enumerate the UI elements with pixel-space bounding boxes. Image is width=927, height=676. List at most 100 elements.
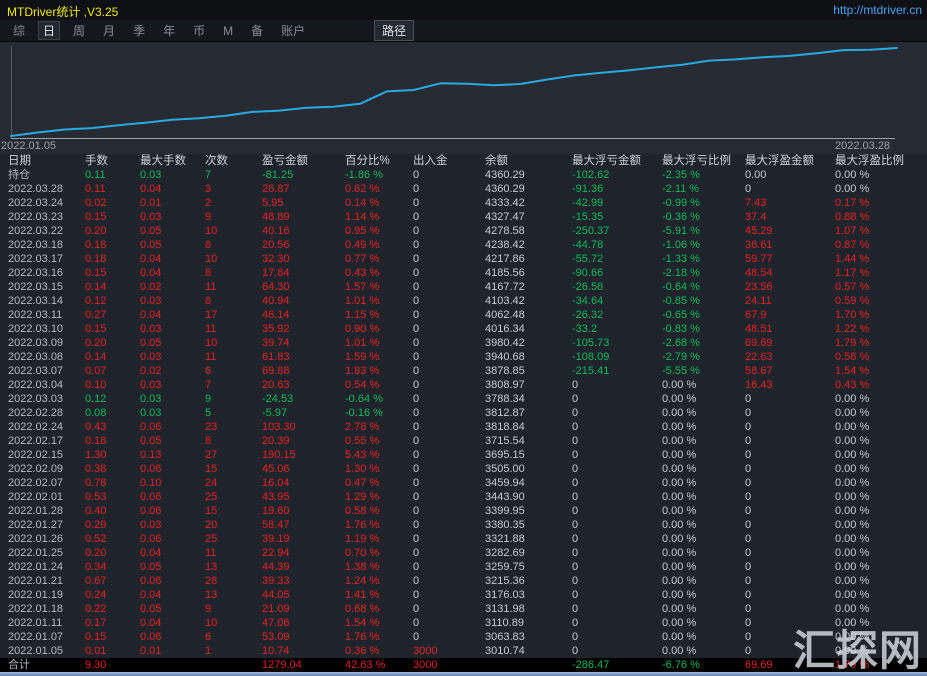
table-cell: 3818.84: [485, 421, 525, 433]
mtdriver-app: MTDriver统计 ,V3.25 http://mtdriver.cn 综日周…: [0, 0, 927, 676]
table-cell: 45.29: [745, 225, 773, 237]
table-row[interactable]: 2022.01.25 0.20 0.04 11 22.94 0.70 % 0 3282.69 0…: [0, 546, 927, 560]
table-row[interactable]: 2022.03.16 0.15 0.04 8 17.84 0.43 % 0 4185.56 -9…: [0, 266, 927, 280]
table-row[interactable]: 2022.03.23 0.15 0.03 9 48.89 1.14 % 0 4327.47 -1…: [0, 210, 927, 224]
equity-chart: 2022.01.05 2022.03.28: [0, 42, 927, 154]
table-cell: 0.55 %: [345, 435, 380, 447]
table-row[interactable]: 2022.01.18 0.22 0.05 9 21.09 0.68 % 0 3131.98 0 0…: [0, 602, 927, 616]
table-cell: 1.83 %: [345, 365, 380, 377]
table-row[interactable]: 2022.01.28 0.40 0.06 15 19.60 0.58 % 0 3399.95 0…: [0, 504, 927, 518]
table-cell: 0.00 %: [835, 393, 870, 405]
table-row[interactable]: 2022.02.09 0.38 0.06 15 45.06 1.30 % 0 3505.00 0…: [0, 462, 927, 476]
table-row[interactable]: 2022.02.15 1.30 0.13 27 190.15 5.43 % 0 3695.15…: [0, 448, 927, 462]
table-cell: 0.49 %: [345, 239, 380, 251]
menu-tab-yearly[interactable]: 年: [158, 21, 180, 40]
table-row[interactable]: 2022.01.24 0.34 0.05 13 44.39 1.38 % 0 3259.75 0…: [0, 560, 927, 574]
table-cell: -0.16 %: [345, 407, 383, 419]
table-cell: 1.70 %: [835, 309, 870, 321]
table-cell: 0.00 %: [662, 505, 697, 517]
table-row[interactable]: 2022.03.08 0.14 0.03 11 61.83 1.59 % 0 3940.68 -…: [0, 350, 927, 364]
table-row[interactable]: 2022.03.07 0.07 0.02 6 69.88 1.83 % 0 3878.85 -2…: [0, 364, 927, 378]
table-row[interactable]: 2022.02.01 0.53 0.06 25 43.95 1.29 % 0 3443.90 0…: [0, 490, 927, 504]
table-cell: 0.00 %: [662, 379, 697, 391]
table-cell: 0.06: [140, 491, 162, 503]
table-row[interactable]: 2022.03.22 0.20 0.05 10 40.16 0.95 % 0 4278.58 -…: [0, 224, 927, 238]
table-row[interactable]: 2022.03.28 0.11 0.04 3 26.87 0.62 % 0 4360.29 -9…: [0, 182, 927, 196]
menu-tab-daily[interactable]: 日: [38, 21, 61, 40]
table-row[interactable]: 2022.03.10 0.15 0.03 11 35.92 0.90 % 0 4016.34 -…: [0, 322, 927, 336]
table-cell: 0.00 %: [662, 617, 697, 629]
menu-tab-quarterly[interactable]: 季: [128, 21, 150, 40]
table-cell: -0.64 %: [662, 281, 700, 293]
table-row[interactable]: 2022.01.11 0.17 0.04 10 47.06 1.54 % 0 3110.89 0…: [0, 616, 927, 630]
table-cell: 1: [205, 645, 212, 657]
menu-tab-m[interactable]: M: [218, 23, 238, 39]
app-url-link[interactable]: http://mtdriver.cn: [833, 3, 922, 17]
table-cell: 0.03: [140, 379, 162, 391]
table-row[interactable]: 2022.03.03 0.12 0.03 9 -24.53 -0.64 % 0 3788.34…: [0, 392, 927, 406]
table-row[interactable]: 2022.01.07 0.15 0.06 6 53.09 1.76 % 0 3063.83 0 0…: [0, 630, 927, 644]
table-cell: 0.03: [140, 323, 162, 335]
table-cell: 27: [205, 449, 218, 461]
menu-tab-account[interactable]: 账户: [276, 21, 310, 40]
table-total-row[interactable]: 合计 9.30 1279.04 42.63 % 3000 -286.47 -6.76 % 69…: [0, 658, 927, 672]
table-cell: 0.00 %: [835, 477, 870, 489]
table-row[interactable]: 2022.03.15 0.14 0.02 11 64.30 1.57 % 0 4167.72 -…: [0, 280, 927, 294]
table-row[interactable]: 持仓 0.11 0.03 7 -81.25 -1.86 % 0 4360.29 -102.62 -…: [0, 168, 927, 182]
table-row[interactable]: 2022.01.19 0.24 0.04 13 44.05 1.41 % 0 3176.03 0…: [0, 588, 927, 602]
table-row[interactable]: 2022.03.04 0.10 0.03 7 20.63 0.54 % 0 3808.97 0 0…: [0, 378, 927, 392]
table-row[interactable]: 2022.03.09 0.20 0.05 10 39.74 1.01 % 0 3980.42 -…: [0, 336, 927, 350]
table-cell: 2022.03.11: [8, 309, 63, 321]
table-cell: 0.00 %: [662, 393, 697, 405]
table-row[interactable]: 2022.01.26 0.52 0.06 25 39.19 1.19 % 0 3321.88 0…: [0, 532, 927, 546]
table-cell: 7: [205, 379, 212, 391]
table-row[interactable]: 2022.03.17 0.18 0.04 10 32.30 0.77 % 0 4217.86 -…: [0, 252, 927, 266]
table-row[interactable]: 2022.02.17 0.18 0.05 8 20.39 0.55 % 0 3715.54 0 0…: [0, 434, 927, 448]
table-row[interactable]: 2022.03.24 0.02 0.01 2 5.95 0.14 % 0 4333.42 -42…: [0, 196, 927, 210]
table-row[interactable]: 2022.03.18 0.18 0.05 8 20.56 0.49 % 0 4238.42 -4…: [0, 238, 927, 252]
table-cell: 48.51: [745, 323, 773, 335]
table-cell: 0.08: [85, 407, 107, 419]
table-cell: 0: [413, 197, 420, 209]
table-cell: 0.18: [85, 239, 107, 251]
table-cell: -26.58: [572, 281, 604, 293]
table-cell: 37.4: [745, 211, 767, 223]
table-cell: 0.00 %: [662, 547, 697, 559]
table-cell: 0: [413, 505, 420, 517]
table-cell: 0: [413, 575, 420, 587]
equity-chart-canvas: [10, 46, 898, 139]
menu-tab-currency[interactable]: 币: [188, 21, 210, 40]
table-cell: -1.06 %: [662, 239, 700, 251]
column-header: 百分比%: [345, 155, 390, 167]
table-cell: 0.03: [140, 393, 162, 405]
table-cell: 0.00: [745, 169, 767, 181]
table-row[interactable]: 2022.02.24 0.43 0.06 23 103.30 2.78 % 0 3818.84…: [0, 420, 927, 434]
table-cell: 22.63: [745, 351, 773, 363]
table-row[interactable]: 2022.03.14 0.12 0.03 8 40.94 1.01 % 0 4103.42 -3…: [0, 294, 927, 308]
menu-tab-weekly[interactable]: 周: [68, 21, 90, 40]
table-cell: 2022.03.07: [8, 365, 64, 377]
menu-tab-memo[interactable]: 备: [246, 21, 268, 40]
table-cell: 0.15: [85, 267, 107, 279]
path-button[interactable]: 路径: [374, 20, 415, 41]
table-cell: 0.00 %: [662, 631, 697, 643]
table-cell: 0: [745, 519, 752, 531]
menu-tab-monthly[interactable]: 月: [98, 21, 120, 40]
table-cell: 6: [205, 365, 212, 377]
table-cell: -1.33 %: [662, 253, 700, 265]
table-cell: 0.00 %: [662, 421, 697, 433]
menu-tab-summary[interactable]: 综: [8, 21, 30, 40]
table-cell: -215.41: [572, 365, 610, 377]
table-cell: 2022.02.07: [8, 477, 64, 489]
table-row[interactable]: 2022.02.07 0.78 0.10 24 16.04 0.47 % 0 3459.94 0…: [0, 476, 927, 490]
table-row[interactable]: 2022.02.28 0.08 0.03 5 -5.97 -0.16 % 0 3812.87 0…: [0, 406, 927, 420]
table-cell: 0.00 %: [662, 491, 697, 503]
table-row[interactable]: 2022.01.05 0.01 0.01 1 10.74 0.36 % 3000 3010.7…: [0, 644, 927, 658]
table-cell: -15.35: [572, 211, 604, 223]
table-row[interactable]: 2022.01.27 0.29 0.03 20 58.47 1.76 % 0 3380.35 0…: [0, 518, 927, 532]
table-cell: -250.37: [572, 225, 610, 237]
table-row[interactable]: 2022.03.11 0.27 0.04 17 46.14 1.15 % 0 4062.48 -…: [0, 308, 927, 322]
table-cell: 0.10: [140, 477, 162, 489]
table-cell: 3715.54: [485, 435, 525, 447]
table-row[interactable]: 2022.01.21 0.67 0.06 28 39.33 1.24 % 0 3215.36 0…: [0, 574, 927, 588]
